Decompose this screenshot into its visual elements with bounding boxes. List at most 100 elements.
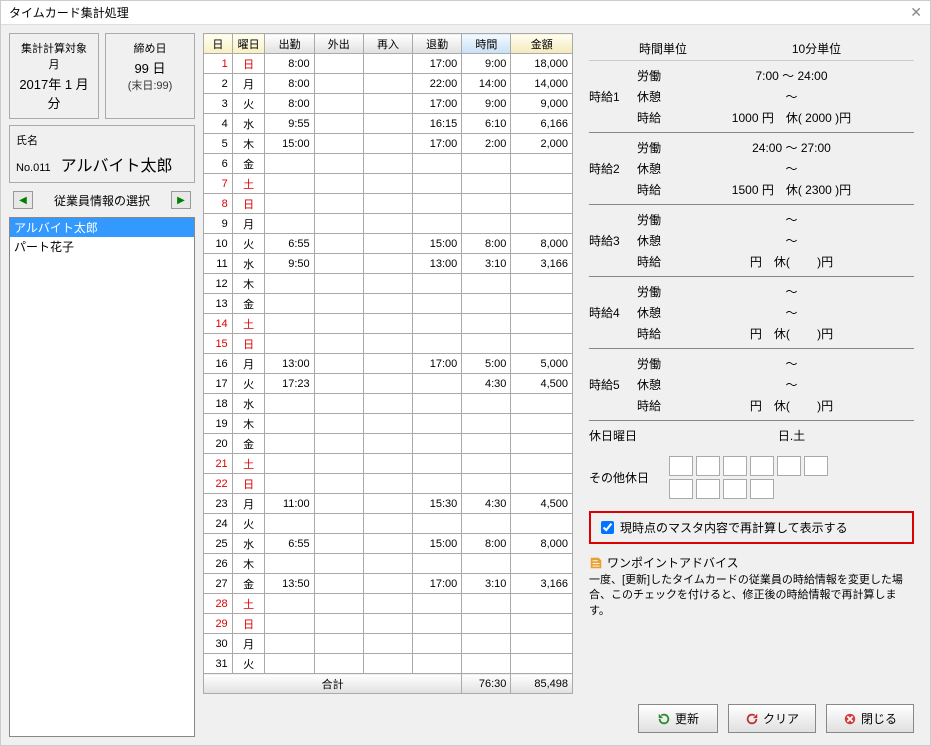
cell-day[interactable]: 12 [204, 274, 233, 294]
cell-in[interactable]: 8:00 [265, 74, 314, 94]
cell-out1[interactable] [314, 634, 363, 654]
cell-out[interactable]: 22:00 [413, 74, 462, 94]
cell-out[interactable] [413, 414, 462, 434]
cell-out1[interactable] [314, 234, 363, 254]
cell-out1[interactable] [314, 654, 363, 674]
cell-out[interactable]: 16:15 [413, 114, 462, 134]
holiday-box[interactable] [696, 479, 720, 499]
cell-out[interactable]: 17:00 [413, 574, 462, 594]
cell-out[interactable] [413, 594, 462, 614]
cell-day[interactable]: 30 [204, 634, 233, 654]
cell-in2[interactable] [363, 574, 412, 594]
cell-day[interactable]: 11 [204, 254, 233, 274]
cell-day[interactable]: 28 [204, 594, 233, 614]
cell-in[interactable]: 6:55 [265, 534, 314, 554]
cell-in[interactable] [265, 554, 314, 574]
employee-list[interactable]: アルバイト太郎パート花子 [9, 217, 195, 737]
cell-in2[interactable] [363, 514, 412, 534]
cell-in[interactable] [265, 474, 314, 494]
cell-in[interactable]: 8:00 [265, 54, 314, 74]
cell-day[interactable]: 19 [204, 414, 233, 434]
cell-in[interactable] [265, 634, 314, 654]
cell-in[interactable] [265, 454, 314, 474]
cell-day[interactable]: 8 [204, 194, 233, 214]
cell-in2[interactable] [363, 74, 412, 94]
cell-out1[interactable] [314, 514, 363, 534]
cell-out[interactable] [413, 554, 462, 574]
cell-out1[interactable] [314, 214, 363, 234]
cell-in[interactable] [265, 434, 314, 454]
cell-in[interactable] [265, 314, 314, 334]
close-button[interactable]: 閉じる [826, 704, 914, 733]
cell-out[interactable]: 15:00 [413, 234, 462, 254]
holiday-box[interactable] [804, 456, 828, 476]
cell-out[interactable] [413, 394, 462, 414]
cell-in[interactable] [265, 294, 314, 314]
cell-day[interactable]: 6 [204, 154, 233, 174]
holiday-box[interactable] [750, 479, 774, 499]
recalc-checkbox[interactable] [601, 521, 614, 534]
cell-out[interactable] [413, 294, 462, 314]
cell-out[interactable]: 13:00 [413, 254, 462, 274]
cell-day[interactable]: 24 [204, 514, 233, 534]
cell-out[interactable] [413, 514, 462, 534]
cell-out[interactable]: 17:00 [413, 354, 462, 374]
cell-in[interactable] [265, 174, 314, 194]
cell-day[interactable]: 22 [204, 474, 233, 494]
cell-in[interactable] [265, 414, 314, 434]
employee-item[interactable]: パート花子 [10, 237, 194, 256]
cell-out1[interactable] [314, 614, 363, 634]
cell-out1[interactable] [314, 474, 363, 494]
cell-day[interactable]: 31 [204, 654, 233, 674]
cell-in[interactable]: 17:23 [265, 374, 314, 394]
cell-out1[interactable] [314, 594, 363, 614]
cell-in2[interactable] [363, 234, 412, 254]
cell-in2[interactable] [363, 454, 412, 474]
cell-in2[interactable] [363, 54, 412, 74]
holiday-box[interactable] [723, 456, 747, 476]
cell-day[interactable]: 14 [204, 314, 233, 334]
cell-day[interactable]: 10 [204, 234, 233, 254]
cell-day[interactable]: 15 [204, 334, 233, 354]
cell-out1[interactable] [314, 394, 363, 414]
cell-out1[interactable] [314, 354, 363, 374]
cell-day[interactable]: 21 [204, 454, 233, 474]
cell-out1[interactable] [314, 454, 363, 474]
cell-out[interactable] [413, 334, 462, 354]
cell-day[interactable]: 1 [204, 54, 233, 74]
cell-out1[interactable] [314, 254, 363, 274]
cell-out1[interactable] [314, 414, 363, 434]
cell-out[interactable] [413, 474, 462, 494]
next-employee-button[interactable]: ▶ [171, 191, 191, 209]
cell-day[interactable]: 26 [204, 554, 233, 574]
cell-in2[interactable] [363, 474, 412, 494]
cell-in[interactable] [265, 594, 314, 614]
cell-day[interactable]: 16 [204, 354, 233, 374]
cell-day[interactable]: 9 [204, 214, 233, 234]
cell-in2[interactable] [363, 254, 412, 274]
cell-out[interactable] [413, 374, 462, 394]
holiday-box[interactable] [669, 479, 693, 499]
cell-out1[interactable] [314, 174, 363, 194]
cell-out1[interactable] [314, 134, 363, 154]
cell-out[interactable]: 17:00 [413, 54, 462, 74]
cell-out1[interactable] [314, 534, 363, 554]
cell-in2[interactable] [363, 654, 412, 674]
holiday-box[interactable] [669, 456, 693, 476]
cell-day[interactable]: 29 [204, 614, 233, 634]
cell-in[interactable] [265, 394, 314, 414]
cell-in[interactable] [265, 274, 314, 294]
cell-in2[interactable] [363, 314, 412, 334]
cell-out1[interactable] [314, 374, 363, 394]
cell-out1[interactable] [314, 314, 363, 334]
holiday-box[interactable] [696, 456, 720, 476]
cell-out1[interactable] [314, 114, 363, 134]
cell-out[interactable] [413, 154, 462, 174]
cell-out1[interactable] [314, 154, 363, 174]
cell-in2[interactable] [363, 374, 412, 394]
update-button[interactable]: 更新 [638, 704, 718, 733]
cell-out[interactable] [413, 654, 462, 674]
cell-in2[interactable] [363, 634, 412, 654]
cell-in2[interactable] [363, 614, 412, 634]
cell-day[interactable]: 27 [204, 574, 233, 594]
